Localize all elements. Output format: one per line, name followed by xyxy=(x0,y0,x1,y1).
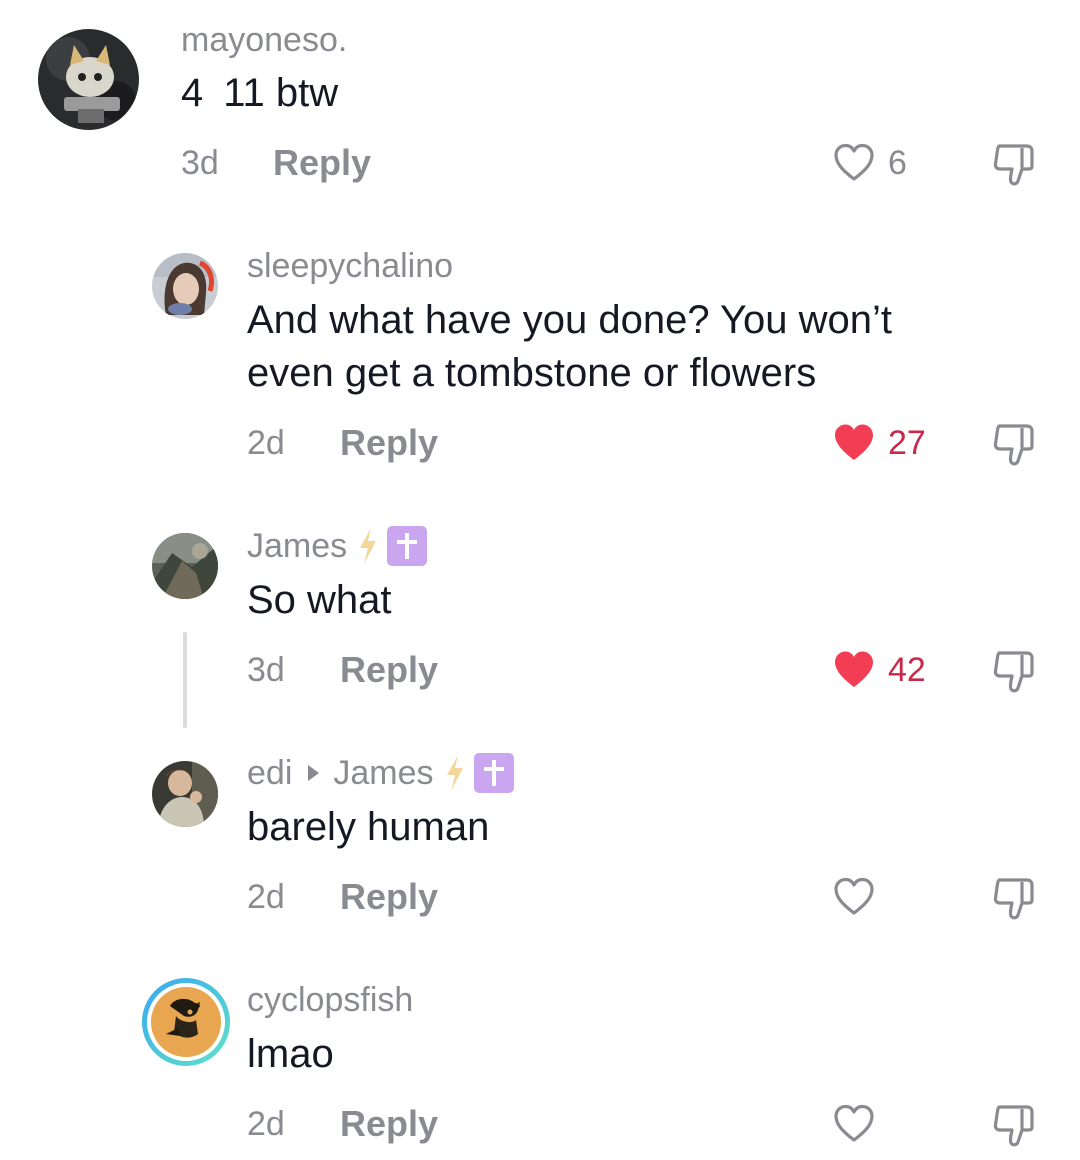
comment-username[interactable]: James xyxy=(247,526,428,566)
dislike-button[interactable] xyxy=(991,647,1041,700)
thread-line xyxy=(183,632,187,728)
comment-time: 2d xyxy=(247,424,285,462)
avatar[interactable] xyxy=(38,29,139,130)
comment-text: 4 11 btw xyxy=(181,71,339,115)
heart-outline-icon xyxy=(834,1104,874,1142)
like-button[interactable]: 6 xyxy=(832,141,907,185)
latin-cross-icon xyxy=(473,753,514,793)
like-button[interactable]: 42 xyxy=(832,648,926,692)
comment-text: So what xyxy=(247,578,392,622)
reply-button[interactable]: Reply xyxy=(340,650,438,690)
reply-button[interactable]: Reply xyxy=(340,877,438,917)
comment-time: 3d xyxy=(247,651,285,689)
lightning-bolt-icon xyxy=(444,754,466,792)
heart-outline-icon xyxy=(834,143,874,181)
comment-time: 2d xyxy=(247,1105,285,1143)
comment-time: 2d xyxy=(247,878,285,916)
avatar-story-ring[interactable] xyxy=(140,976,232,1068)
reply-button[interactable]: Reply xyxy=(340,1104,438,1144)
heart-outline-icon xyxy=(834,877,874,915)
heart-filled-icon xyxy=(835,424,873,460)
comment-username[interactable]: cyclopsfish xyxy=(247,980,413,1020)
comment-text: barely human xyxy=(247,805,490,849)
like-button[interactable] xyxy=(832,1102,888,1146)
like-button[interactable] xyxy=(832,875,888,919)
dislike-button[interactable] xyxy=(991,420,1041,473)
avatar[interactable] xyxy=(152,533,218,599)
like-count: 27 xyxy=(888,424,926,462)
latin-cross-icon xyxy=(387,526,428,566)
like-button[interactable]: 27 xyxy=(832,421,926,465)
reply-button[interactable]: Reply xyxy=(340,423,438,463)
heart-filled-icon xyxy=(835,651,873,687)
comment-username[interactable]: edi James xyxy=(247,753,514,793)
username-text[interactable]: cyclopsfish xyxy=(247,980,413,1020)
dislike-button[interactable] xyxy=(991,1101,1041,1154)
reply-arrow-icon xyxy=(308,765,320,781)
reply-button[interactable]: Reply xyxy=(273,143,371,183)
avatar[interactable] xyxy=(152,253,218,319)
comment-username[interactable]: mayoneso. xyxy=(181,20,347,60)
like-count: 42 xyxy=(888,651,926,689)
comment-username[interactable]: sleepychalino xyxy=(247,246,453,286)
thumbs-down-icon xyxy=(993,878,1034,920)
username-text[interactable]: mayoneso. xyxy=(181,20,347,60)
comment-text: lmao xyxy=(247,1032,334,1076)
lightning-bolt-icon xyxy=(357,527,379,565)
username-text[interactable]: edi xyxy=(247,753,292,793)
dislike-button[interactable] xyxy=(991,874,1041,927)
dislike-button[interactable] xyxy=(991,140,1041,193)
thumbs-down-icon xyxy=(993,144,1034,186)
thumbs-down-icon xyxy=(993,424,1034,466)
thumbs-down-icon xyxy=(993,651,1034,693)
username-text[interactable]: sleepychalino xyxy=(247,246,453,286)
comment-text: And what have you done? You won’t even g… xyxy=(247,298,892,395)
reply-to-username[interactable]: James xyxy=(333,753,433,793)
like-count: 6 xyxy=(888,144,907,182)
avatar[interactable] xyxy=(152,761,218,827)
thumbs-down-icon xyxy=(993,1105,1034,1147)
comment-time: 3d xyxy=(181,144,219,182)
username-text[interactable]: James xyxy=(247,526,347,566)
